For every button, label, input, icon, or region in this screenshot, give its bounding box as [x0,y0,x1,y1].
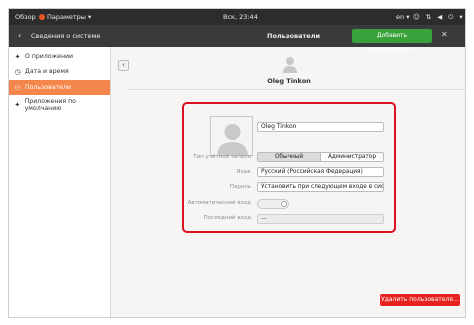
user-display-name: Oleg Tinkon [267,77,311,85]
language-indicator[interactable]: en ▾ [396,13,409,21]
app-menu-label: Параметры [47,13,86,21]
app-menu[interactable]: Параметры ▾ [39,13,91,21]
sidebar-item-label: Пользователи [25,84,71,91]
account-type-admin-button[interactable]: Администратор [321,152,384,162]
switch-knob [281,201,287,207]
password-label: Пароль [229,184,251,190]
close-icon[interactable]: ✕ [441,30,448,39]
language-code: en [396,13,405,21]
sidebar-item-default-apps[interactable]: ✦ Приложения по умолчанию [9,97,110,112]
activities-button[interactable]: Обзор [15,13,36,21]
sidebar: ✦ О приложении ◷ Дата и время ⚇ Пользова… [9,47,111,317]
language-select[interactable]: Русский (Российская Федерация) [257,167,384,177]
system-tray[interactable]: ☺ ⇅ ◀ ⏻ ▾ [413,13,463,21]
sidebar-item-label: Дата и время [25,68,69,75]
star-icon: ✦ [14,100,21,109]
remove-user-button[interactable]: Удалить пользователя… [380,294,460,306]
last-login-value: — [257,214,384,224]
divider [127,89,465,90]
sidebar-item-datetime[interactable]: ◷ Дата и время [9,64,110,79]
network-icon: ⇅ [425,13,432,21]
accessibility-icon: ☺ [413,13,420,21]
power-icon: ⏻ [448,13,454,21]
section-title: Сведения о системе [31,32,101,40]
sidebar-item-users[interactable]: ⚇ Пользователи [9,80,110,95]
sidebar-item-label: О приложении [25,53,74,60]
user-name-field[interactable]: Oleg Tinkon [257,122,384,132]
sidebar-item-label: Приложения по умолчанию [24,97,76,112]
users-icon: ⚇ [14,83,21,92]
page-title: Пользователи [267,32,321,40]
account-type-standard-button[interactable]: Обычный [257,152,321,162]
caret-down-icon: ▾ [87,13,92,21]
header-bar: ‹ Сведения о системе Пользователи Добави… [9,25,465,53]
star-icon: ✦ [14,52,21,61]
add-user-button[interactable]: Добавить пользователя… [352,29,432,53]
avatar-placeholder-icon [211,117,252,155]
auto-login-switch[interactable] [257,199,289,209]
password-button[interactable]: Установить при следующем входе в систему [257,182,384,192]
clock[interactable]: Вск, 23:44 [223,13,258,21]
user-photo-button[interactable] [210,116,253,156]
account-type-label: Тип учётной записи [193,154,251,160]
back-arrow-icon[interactable]: ‹ [18,31,21,40]
top-panel: Обзор Параметры ▾ Вск, 23:44 en ▾ ☺ ⇅ ◀ … [9,9,465,25]
sidebar-item-about[interactable]: ✦ О приложении [9,49,110,64]
last-login-label: Последний вход [203,215,251,221]
user-avatar-icon[interactable] [282,55,298,73]
settings-window: Обзор Параметры ▾ Вск, 23:44 en ▾ ☺ ⇅ ◀ … [8,8,466,318]
auto-login-label: Автоматический вход [187,200,251,206]
user-list-toggle-button[interactable]: ‹ [118,60,129,71]
clock-icon: ◷ [14,67,21,76]
caret-down-icon: ▾ [459,13,463,21]
settings-app-icon [39,14,45,20]
volume-icon: ◀ [437,13,443,21]
language-label: Язык [236,169,251,175]
